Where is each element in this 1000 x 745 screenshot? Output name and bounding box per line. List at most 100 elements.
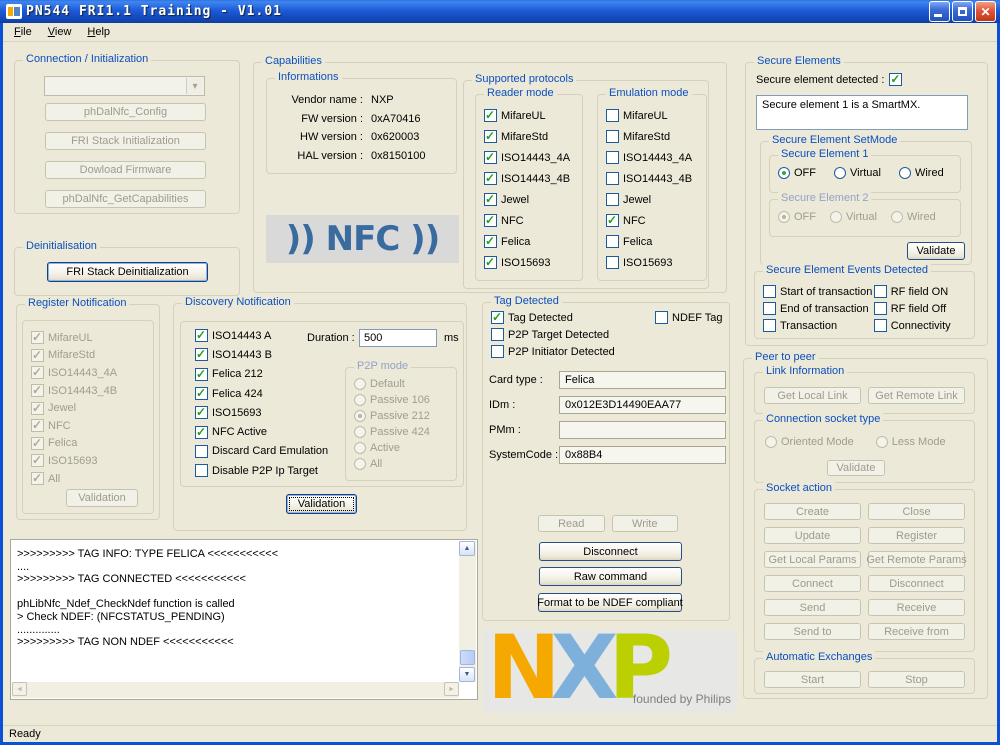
checkbox-felica-212[interactable] [195,368,208,381]
checkbox-transaction[interactable] [763,319,776,332]
checkbox-ndef-tag[interactable] [655,311,668,324]
checkbox-connectivity[interactable] [874,319,887,332]
checkbox-rf-field-on[interactable] [874,285,887,298]
checkbox-mifareul[interactable] [606,109,619,122]
checkbox-iso14443-b[interactable] [195,348,208,361]
checkbox-mifareul[interactable] [484,109,497,122]
menu-file[interactable]: File [6,24,40,40]
checkbox-nfc[interactable] [606,214,619,227]
tag-checks-list: Tag DetectedP2P Target DetectedP2P Initi… [491,309,615,360]
disconnect-button[interactable]: Disconnect [539,542,682,561]
checkbox-secure-element-detected[interactable] [889,73,902,86]
option-label: RF field ON [891,286,948,298]
group-title: Deinitialisation [23,240,100,252]
menu-help[interactable]: Help [79,24,118,40]
card-type-label: Card type : [489,374,543,386]
checkbox-felica[interactable] [606,235,619,248]
checkbox-row: Jewel [31,399,117,417]
option-label: ISO14443_4A [501,152,570,164]
scroll-up-button[interactable]: ▲ [459,541,475,556]
radio-passive-106 [354,394,366,406]
checkbox-mifarestd[interactable] [484,130,497,143]
maximize-button[interactable] [952,1,973,22]
checkbox-start-of-transaction[interactable] [763,285,776,298]
secure-element-setmode-group: Secure Element SetMode Secure Element 1 … [760,141,972,265]
checkbox-jewel[interactable] [606,193,619,206]
checkbox-disable-p2p-ip-target[interactable] [195,464,208,477]
option-label: Passive 106 [370,394,430,406]
checkbox-felica[interactable] [484,235,497,248]
scrollbar-thumb[interactable] [460,650,475,665]
checkbox-end-of-transaction[interactable] [763,302,776,315]
checkbox-mifarestd[interactable] [606,130,619,143]
checkbox-discard-card-emulation[interactable] [195,445,208,458]
card-type-value: Felica [565,374,594,386]
fri-stack-deinitialization-button[interactable]: FRI Stack Deinitialization [47,262,208,282]
secure-element-2-options: OFFVirtualWired [778,211,936,223]
write-button: Write [612,515,679,532]
horizontal-scrollbar[interactable]: ◄ ► [12,682,459,698]
radio-oriented-mode [765,436,777,448]
radio-virtual[interactable] [834,167,846,179]
scroll-left-button[interactable]: ◄ [12,682,27,696]
group-title: Capabilities [262,55,325,67]
checkbox-tag-detected[interactable] [491,311,504,324]
duration-input[interactable]: 500 [359,329,437,347]
chevron-down-icon: ▾ [186,78,203,94]
info-row: Vendor name :NXP [273,91,452,110]
checkbox-iso15693[interactable] [484,256,497,269]
checkbox-p2p-target-detected[interactable] [491,328,504,341]
info-row: HAL version :0x8150100 [273,147,452,166]
discovery-validation-button[interactable]: Validation [286,494,357,514]
radio-row: Active [354,440,430,456]
checkbox-nfc-active[interactable] [195,426,208,439]
radio-wired[interactable] [899,167,911,179]
option-label: Connectivity [891,320,951,332]
automatic-exchanges-buttons: StartStop [764,671,965,688]
reader-mode-group: Reader mode MifareULMifareStdISO14443_4A… [475,94,583,281]
menu-view[interactable]: View [40,24,80,40]
checkbox-iso14443-a[interactable] [195,329,208,342]
radio-row: Passive 106 [354,392,430,408]
checkbox-p2p-initiator-detected[interactable] [491,345,504,358]
checkbox-iso15693[interactable] [195,406,208,419]
field-value: NXP [371,94,394,106]
checkbox-iso14443-4b[interactable] [484,172,497,185]
get-remote-link-button: Get Remote Link [868,387,965,404]
option-label: ISO15693 [212,407,262,419]
menu-bar: File View Help [3,23,997,42]
secure-element-1-options: OFFVirtualWired [778,167,944,179]
checkbox-iso14443-4a[interactable] [606,151,619,164]
option-label: MifareUL [501,110,546,122]
option-label: ISO14443_4B [48,385,117,397]
vertical-scrollbar[interactable]: ▲ ▼ [459,541,476,682]
checkbox-iso15693[interactable] [606,256,619,269]
scroll-down-button[interactable]: ▼ [459,667,475,682]
arrow-left-icon: ◄ [16,686,23,693]
option-label: Discard Card Emulation [212,445,328,457]
group-title: Secure Element 1 [778,148,871,160]
radio-default [354,378,366,390]
scroll-right-button[interactable]: ► [444,682,459,696]
format-ndef-button[interactable]: Format to be NDEF compliant [538,593,682,612]
checkbox-jewel[interactable] [484,193,497,206]
register-inner-box: MifareULMifareStdISO14443_4AISO14443_4BJ… [22,320,154,514]
raw-command-button[interactable]: Raw command [539,567,682,586]
checkbox-iso14443-4b[interactable] [606,172,619,185]
log-output[interactable]: >>>>>>>>> TAG INFO: TYPE FELICA <<<<<<<<… [10,539,478,700]
validate-button[interactable]: Validate [907,242,965,260]
link-information-group: Link Information Get Local LinkGet Remot… [754,372,975,414]
checkbox-iso14443-4a[interactable] [484,151,497,164]
tag-detected-group: Tag Detected Tag DetectedP2P Target Dete… [482,302,730,621]
checkbox-nfc[interactable] [484,214,497,227]
radio-off[interactable] [778,167,790,179]
checkbox-rf-field-off[interactable] [874,302,887,315]
secure-element-2-group: Secure Element 2 OFFVirtualWired [769,199,961,237]
minimize-button[interactable] [929,1,950,22]
checkbox-felica-424[interactable] [195,387,208,400]
checkbox-row: Discard Card Emulation [195,442,328,461]
close-button[interactable]: ✕ [975,1,996,22]
option-label: NFC [501,215,524,227]
phdalnfc-getcapabilities-button: phDalNfc_GetCapabilities [45,190,206,208]
option-label: All [370,458,382,470]
